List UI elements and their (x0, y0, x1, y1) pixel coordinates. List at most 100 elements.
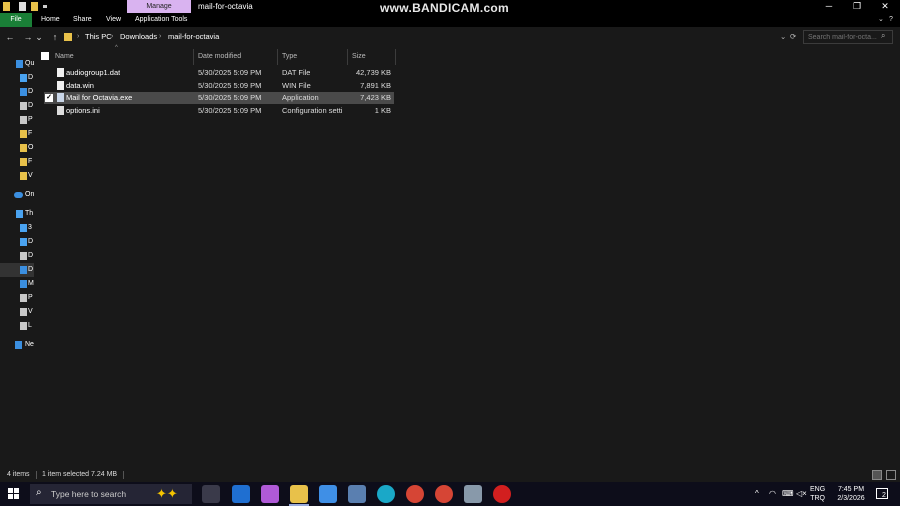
file-row[interactable]: audiogroup1.dat 5/30/2025 5:09 PM DAT Fi… (44, 67, 394, 79)
navigation-pane[interactable]: Qu D D D P F O F V On Th 3 D D D M P V L… (0, 47, 34, 468)
picture-icon (20, 116, 27, 124)
nav-onedrive[interactable]: On (0, 188, 34, 202)
clock[interactable]: 7:45 PM 2/3/2026 (834, 485, 868, 503)
keyboard-icon[interactable]: ⌨ (782, 482, 794, 506)
status-divider (36, 471, 37, 479)
column-header-size[interactable]: Size (352, 49, 366, 65)
nav-music[interactable]: M (0, 277, 34, 291)
row-checkbox-checked[interactable]: ✓ (45, 94, 53, 102)
details-view-button[interactable] (872, 470, 882, 480)
app-window-icon[interactable] (464, 485, 482, 503)
chrome-icon[interactable] (406, 485, 424, 503)
nav-documents[interactable]: D (0, 99, 34, 113)
nav-pictures-2[interactable]: P (0, 291, 34, 305)
column-header-name[interactable]: Name (55, 49, 74, 65)
column-header-type[interactable]: Type (282, 49, 297, 65)
nav-downloads[interactable]: D (0, 85, 34, 99)
breadcrumb-mail-for-octavia[interactable]: mail-for-octavia (168, 30, 219, 44)
input-language[interactable]: ENG TRQ (810, 485, 825, 503)
folder-icon (20, 172, 27, 180)
nav-desktop-2[interactable]: D (0, 235, 34, 249)
column-header-date-modified[interactable]: Date modified (198, 49, 241, 65)
tab-application-tools[interactable]: Application Tools (135, 13, 187, 27)
nav-pictures[interactable]: P (0, 113, 34, 127)
file-row[interactable]: data.win 5/30/2025 5:09 PM WIN File 7,89… (44, 80, 394, 92)
minimize-button[interactable]: ─ (815, 0, 843, 13)
file-date: 5/30/2025 5:09 PM (198, 81, 262, 90)
sparkle-icon[interactable]: ✦✦ (156, 486, 178, 502)
network-icon (15, 341, 22, 349)
nav-folder-f[interactable]: F (0, 127, 34, 141)
new-folder-icon[interactable] (31, 2, 38, 11)
start-button[interactable] (8, 488, 20, 500)
tab-share[interactable]: Share (73, 13, 92, 27)
music-icon (20, 280, 27, 288)
nav-downloads-2[interactable]: D (0, 263, 34, 277)
outlook-icon[interactable] (232, 485, 250, 503)
nav-videos[interactable]: V (0, 305, 34, 319)
back-button[interactable]: ← (3, 30, 17, 44)
file-list[interactable]: ^ Name Date modified Type Size audiogrou… (34, 45, 900, 468)
breadcrumb-this-pc[interactable]: This PC (85, 30, 112, 44)
nav-network[interactable]: Ne (0, 338, 34, 352)
nav-folder-o[interactable]: O (0, 141, 34, 155)
task-view-icon[interactable] (202, 485, 220, 503)
tab-view[interactable]: View (106, 13, 121, 27)
forward-button[interactable]: → (21, 30, 35, 44)
column-divider[interactable] (193, 49, 194, 65)
maximize-button[interactable]: ❐ (843, 0, 871, 13)
nav-documents-2[interactable]: D (0, 249, 34, 263)
column-divider[interactable] (277, 49, 278, 65)
copilot-icon[interactable] (261, 485, 279, 503)
network-icon[interactable]: ◠ (769, 482, 776, 506)
volume-icon[interactable]: ◁× (796, 482, 807, 506)
file-name: data.win (66, 81, 94, 90)
taskbar-search-box[interactable]: ⌕ Type here to search ✦✦ (30, 484, 192, 504)
nav-local-disk[interactable]: L (0, 319, 34, 333)
nav-desktop[interactable]: D (0, 71, 34, 85)
help-icon[interactable]: ? (889, 13, 893, 27)
nav-folder-v[interactable]: V (0, 169, 34, 183)
store-icon[interactable] (319, 485, 337, 503)
manage-tab[interactable]: Manage (127, 0, 191, 13)
chevron-down-icon[interactable]: ⌄ (878, 13, 884, 27)
large-icons-view-button[interactable] (886, 470, 896, 480)
settings-file-icon (57, 106, 64, 115)
customize-quick-access-icon[interactable] (43, 5, 47, 8)
tab-home[interactable]: Home (41, 13, 60, 27)
recent-locations-button[interactable]: ⌄ (35, 30, 43, 44)
properties-icon[interactable] (19, 2, 26, 11)
chrome-profile-icon[interactable] (435, 485, 453, 503)
tray-overflow-icon[interactable]: ^ (755, 482, 759, 506)
folder-icon[interactable] (3, 2, 10, 11)
breadcrumb-downloads[interactable]: Downloads (120, 30, 157, 44)
file-icon (57, 81, 64, 90)
notifications-icon[interactable]: 2 (876, 488, 888, 499)
select-all-checkbox[interactable] (41, 52, 49, 60)
bandicam-icon[interactable] (493, 485, 511, 503)
column-divider[interactable] (395, 49, 396, 65)
close-button[interactable]: ✕ (871, 0, 899, 13)
download-icon (20, 266, 27, 274)
file-row-selected[interactable]: ✓ Mail for Octavia.exe 5/30/2025 5:09 PM… (44, 92, 394, 104)
tab-file[interactable]: File (0, 13, 32, 27)
nav-quick-access[interactable]: Qu (0, 57, 34, 71)
download-icon (20, 88, 27, 96)
edge-icon[interactable] (377, 485, 395, 503)
file-type: WIN File (282, 81, 311, 90)
file-explorer-icon[interactable] (290, 485, 308, 503)
nav-3d-objects[interactable]: 3 (0, 221, 34, 235)
up-button[interactable]: ↑ (48, 30, 62, 44)
search-input[interactable] (803, 30, 893, 44)
address-bar[interactable]: › This PC › Downloads › mail-for-octavia… (62, 30, 800, 44)
nav-folder-f2[interactable]: F (0, 155, 34, 169)
monitor-app-icon[interactable] (348, 485, 366, 503)
nav-this-pc[interactable]: Th (0, 207, 34, 221)
taskbar-search-text: Type here to search (51, 489, 127, 499)
ribbon: File Home Share View Application Tools ⌄… (0, 13, 900, 27)
file-row[interactable]: options.ini 5/30/2025 5:09 PM Configurat… (44, 105, 394, 117)
address-dropdown-button[interactable]: ⌄ (780, 30, 786, 44)
refresh-button[interactable]: ⟳ (790, 30, 796, 44)
column-divider[interactable] (347, 49, 348, 65)
breadcrumb-separator: › (77, 33, 80, 40)
